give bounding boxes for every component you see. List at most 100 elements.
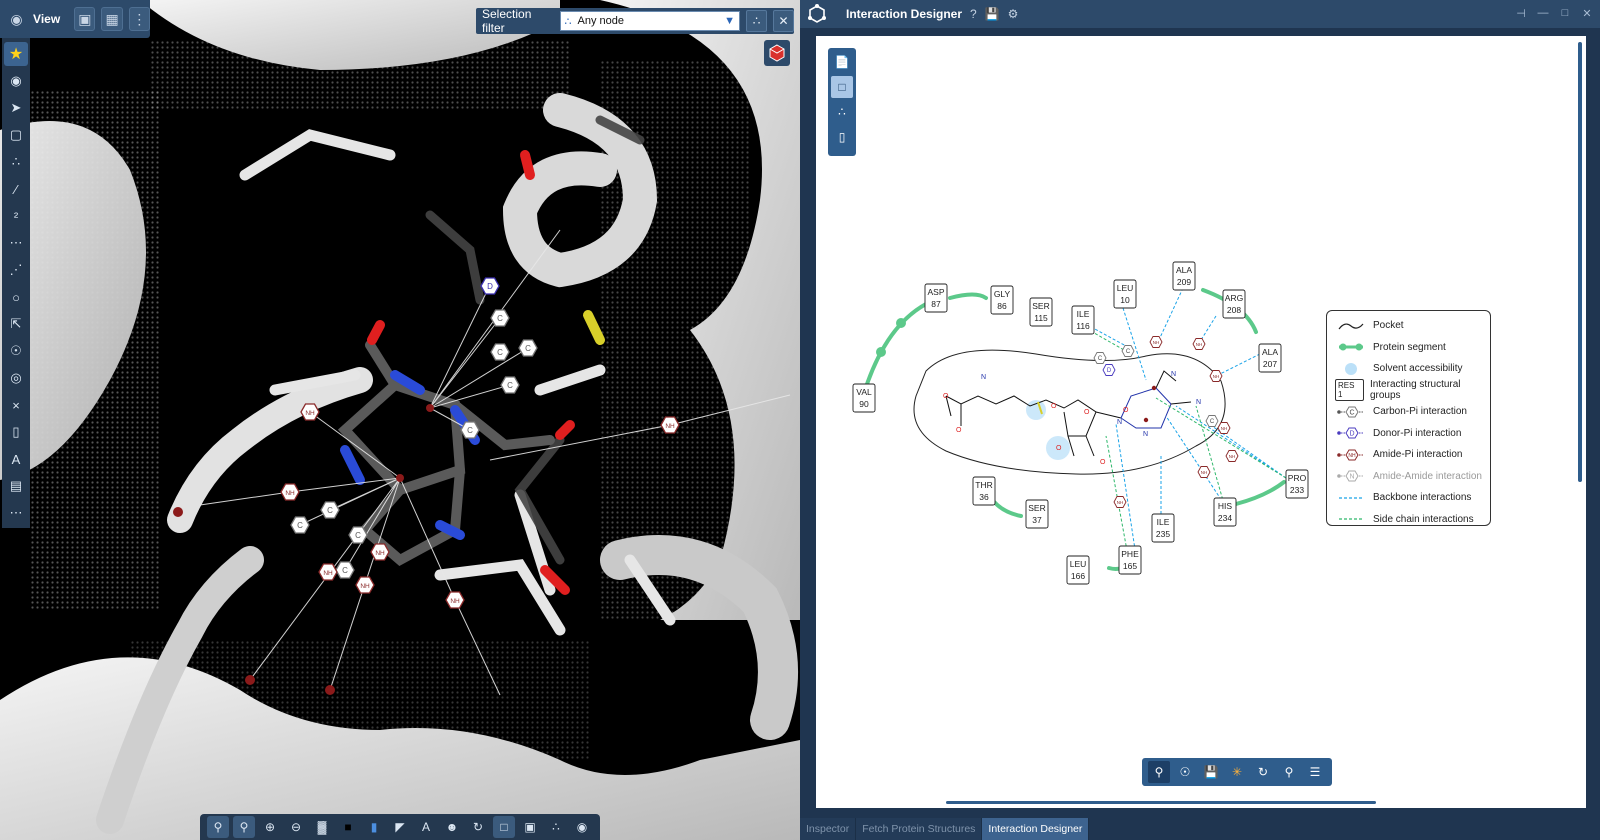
bottom-tabs: Inspector Fetch Protein Structures Inter… [800, 818, 1090, 840]
hatch-icon[interactable]: ▓ [311, 816, 333, 838]
horizontal-scrollbar[interactable] [946, 801, 1376, 804]
eye-icon[interactable]: ◉ [4, 69, 28, 93]
legend-label: Carbon-Pi interaction [1373, 406, 1467, 418]
molecule-scene[interactable]: D C C C C C NH NH C C C NH C NH NH NH NH [0, 0, 800, 840]
charge-icon[interactable]: ² [4, 204, 28, 228]
residue-number: 208 [1227, 305, 1241, 315]
pointer-icon[interactable]: ➤ [4, 96, 28, 120]
view-nodes-icon[interactable]: ⋮ [128, 7, 151, 31]
selection-filter-dropdown[interactable]: ∴ Any node ▼ [559, 11, 741, 31]
legend-label: Amide-Amide interaction [1373, 470, 1482, 482]
nodes-icon[interactable]: ∴ [4, 150, 28, 174]
ruler-icon[interactable]: ▤ [4, 474, 28, 498]
legend-label: Solvent accessibility [1373, 363, 1463, 375]
scene-carbon-label: C [525, 344, 531, 353]
selection-filter-label: Selection filter [482, 7, 532, 35]
atom-label: O [1100, 459, 1106, 466]
pointer-box-icon[interactable]: ⇱ [4, 312, 28, 336]
layout-icon[interactable]: ☰ [1304, 761, 1326, 783]
3d-viewer[interactable]: D C C C C C NH NH C C C NH C NH NH NH NH… [0, 0, 800, 840]
designer-canvas[interactable]: 📄 □ ∴ ▯ N N N N N O O O O O O O C C C D … [816, 36, 1586, 808]
eraser-icon[interactable]: ▯ [4, 420, 28, 444]
save-icon[interactable]: 💾 [1200, 761, 1222, 783]
box-icon[interactable]: ▮ [363, 816, 385, 838]
legend-label: Interacting structural groups [1369, 379, 1461, 402]
residue-name: GLY [994, 289, 1011, 299]
atom-label: O [956, 427, 962, 434]
tab-inspector[interactable]: Inspector [800, 818, 857, 840]
residue-name: ALA [1176, 265, 1192, 275]
view-layout-icon[interactable]: ▦ [101, 7, 123, 31]
zoom-fit-icon[interactable]: ⚲ [207, 816, 229, 838]
zoom-in-icon[interactable]: ⊕ [259, 816, 281, 838]
scene-carbon-label: C [297, 521, 303, 530]
zoom-selection-icon[interactable]: ⚲ [233, 816, 255, 838]
selection-filter: Selection filter ∴ Any node ▼ ∴ ✕ [476, 7, 794, 35]
rect-select-icon[interactable]: ▢ [4, 123, 28, 147]
zoom-icon[interactable]: ⚲ [1148, 761, 1170, 783]
legend-label: Donor-Pi interaction [1373, 427, 1462, 439]
legend-row: N Amide-Amide interaction [1335, 466, 1482, 488]
filter-nodes-button[interactable]: ∴ [746, 10, 768, 32]
gear-icon[interactable]: ⚙ [1008, 7, 1019, 21]
rotate-icon[interactable]: ↻ [467, 816, 489, 838]
nodes-icon[interactable]: ∴ [545, 816, 567, 838]
maximize-icon[interactable]: □ [1558, 6, 1572, 20]
reset-icon[interactable]: ↻ [1252, 761, 1274, 783]
eye-icon[interactable]: ◉ [571, 816, 593, 838]
surface-icon[interactable]: ◤ [389, 816, 411, 838]
legend-row: RES 1 Interacting structural groups [1335, 379, 1482, 402]
save-icon[interactable]: 💾 [985, 7, 1000, 21]
head-icon[interactable]: ☻ [441, 816, 463, 838]
pin-icon[interactable]: ⊣ [1514, 6, 1528, 20]
atom-label: O [943, 393, 949, 400]
pipette-icon[interactable]: ∕ [4, 177, 28, 201]
close-icon[interactable]: ✕ [1580, 6, 1594, 20]
legend-label: Backbone interactions [1373, 492, 1472, 504]
ring-icon[interactable]: ◎ [4, 366, 28, 390]
designer-title: Interaction Designer [846, 7, 963, 21]
explode-icon[interactable]: ✳ [1226, 761, 1248, 783]
eye-icon[interactable]: ◉ [6, 7, 27, 31]
amide-pi-label: NH [1213, 374, 1220, 379]
residue-number: 10 [1120, 295, 1130, 305]
close-filter-button[interactable]: ✕ [773, 10, 794, 32]
scene-amide-label: NH [665, 423, 675, 430]
vertical-scrollbar[interactable] [1578, 42, 1582, 482]
residue-number: 87 [931, 299, 941, 309]
atom-label: N [1196, 399, 1201, 406]
more-icon[interactable]: ⋯ [4, 501, 28, 525]
minimize-icon[interactable]: — [1536, 6, 1550, 20]
tab-fetch-protein-structures[interactable]: Fetch Protein Structures [856, 818, 983, 840]
tab-interaction-designer[interactable]: Interaction Designer [982, 818, 1090, 840]
residue-number: 209 [1177, 277, 1191, 287]
add-dots-icon[interactable]: ⋰ [4, 258, 28, 282]
lasso-icon[interactable]: ○ [4, 285, 28, 309]
text-icon[interactable]: A [4, 447, 28, 471]
panel-icon[interactable]: ▣ [519, 816, 541, 838]
residue-number: 234 [1218, 513, 1232, 523]
label-icon[interactable]: A [415, 816, 437, 838]
donor-pi-label: D [1107, 368, 1112, 374]
zoom-out-icon[interactable]: ⊖ [285, 816, 307, 838]
help-icon[interactable]: ? [970, 7, 977, 21]
molecule-icon[interactable]: ☉ [1174, 761, 1196, 783]
atom-label: O [1051, 403, 1057, 410]
scene-amide-label: NH [305, 410, 315, 417]
select-icon[interactable]: □ [493, 816, 515, 838]
view-cube-button[interactable] [764, 40, 790, 66]
highlight-icon[interactable]: ⚲ [1278, 761, 1300, 783]
bond-icon[interactable]: ☉ [4, 339, 28, 363]
black-square-icon[interactable]: ■ [337, 816, 359, 838]
chevron-down-icon: ▼ [724, 15, 736, 27]
xx-icon[interactable]: × [4, 393, 28, 417]
star-icon[interactable]: ★ [4, 42, 28, 66]
amide-pi-label: NH [1229, 454, 1236, 459]
legend-label: Protein segment [1373, 341, 1446, 353]
amide-pi-label: NH [1117, 500, 1124, 505]
legend-row: Protein segment [1335, 337, 1482, 359]
view-camera-icon[interactable]: ▣ [74, 7, 96, 31]
add-path-icon[interactable]: ⋯ [4, 231, 28, 255]
residue-name: ASP [927, 287, 944, 297]
scene-carbon-label: C [355, 531, 361, 540]
